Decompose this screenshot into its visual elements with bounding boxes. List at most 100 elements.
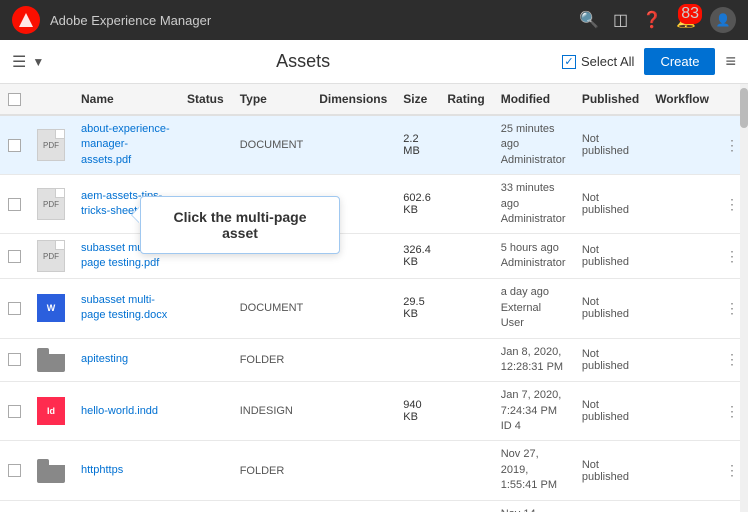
pdf-thumbnail-icon: PDF bbox=[37, 188, 65, 220]
row-actions-icon[interactable]: ⋮ bbox=[725, 196, 740, 212]
modified-text: Jan 8, 2020,12:28:31 PM bbox=[501, 345, 566, 376]
row-checkbox[interactable] bbox=[8, 464, 21, 477]
published-status: Notpublished bbox=[582, 296, 629, 320]
row-status-cell bbox=[179, 382, 232, 441]
row-checkbox[interactable] bbox=[8, 250, 21, 263]
header-checkbox[interactable] bbox=[8, 93, 21, 106]
notifications-icon[interactable]: 🔔 83 bbox=[676, 10, 696, 30]
row-workflow-cell bbox=[647, 115, 717, 175]
grid-icon[interactable]: ◫ bbox=[613, 10, 628, 30]
scrollbar[interactable] bbox=[740, 84, 748, 512]
row-checkbox-cell bbox=[0, 500, 29, 512]
modified-column-header[interactable]: Modified bbox=[493, 84, 574, 115]
published-status: Notpublished bbox=[582, 192, 629, 216]
file-name[interactable]: about-experience-manager-assets.pdf bbox=[81, 123, 170, 166]
file-name[interactable]: subasset multi-page testing.docx bbox=[81, 294, 167, 321]
create-button[interactable]: Create bbox=[644, 48, 715, 75]
row-published-cell: Notpublished bbox=[574, 115, 647, 175]
row-modified-cell: Jan 7, 2020,7:24:34 PMID 4 bbox=[493, 382, 574, 441]
app-title: Adobe Experience Manager bbox=[50, 13, 569, 28]
table-row[interactable]: Id hello-world.indd INDESIGN 940 KB Jan … bbox=[0, 382, 748, 441]
row-dimensions-cell bbox=[311, 500, 395, 512]
table-row[interactable]: httphttps FOLDER Nov 27, 2019,1:55:41 PM… bbox=[0, 441, 748, 500]
row-type-cell: DOCUMENT bbox=[232, 115, 312, 175]
row-type-cell: INDESIGN bbox=[232, 382, 312, 441]
row-published-cell: Notpublished bbox=[574, 234, 647, 279]
row-checkbox[interactable] bbox=[8, 353, 21, 366]
search-icon[interactable]: 🔍 bbox=[579, 10, 599, 30]
select-all-area[interactable]: ✓ Select All bbox=[562, 54, 634, 69]
published-status: Notpublished bbox=[582, 459, 629, 483]
row-status-cell bbox=[179, 338, 232, 382]
pdf-thumbnail-icon: PDF bbox=[37, 240, 65, 272]
help-icon[interactable]: ❓ bbox=[642, 10, 662, 30]
published-column-header[interactable]: Published bbox=[574, 84, 647, 115]
row-checkbox[interactable] bbox=[8, 198, 21, 211]
row-actions-icon[interactable]: ⋮ bbox=[725, 462, 740, 478]
row-size-cell bbox=[395, 441, 439, 500]
row-rating-cell bbox=[439, 279, 492, 338]
row-modified-cell: Nov 14, 2019,11:25:19 PMAdministrator bbox=[493, 500, 574, 512]
row-dimensions-cell bbox=[311, 338, 395, 382]
select-all-checkbox[interactable]: ✓ bbox=[562, 55, 576, 69]
row-actions-icon[interactable]: ⋮ bbox=[725, 300, 740, 316]
chevron-down-icon[interactable]: ▼ bbox=[32, 55, 44, 69]
published-status: Notpublished bbox=[582, 133, 629, 157]
row-modified-cell: Nov 27, 2019,1:55:41 PM bbox=[493, 441, 574, 500]
row-actions-icon[interactable]: ⋮ bbox=[725, 248, 740, 264]
name-column-header[interactable]: Name bbox=[73, 84, 179, 115]
row-dimensions-cell bbox=[311, 441, 395, 500]
row-dimensions-cell bbox=[311, 279, 395, 338]
table-row[interactable]: W subasset multi-page testing.docx DOCUM… bbox=[0, 279, 748, 338]
row-dimensions-cell bbox=[311, 115, 395, 175]
status-column-header[interactable]: Status bbox=[179, 84, 232, 115]
row-type-cell: FOLDER bbox=[232, 338, 312, 382]
row-actions-icon[interactable]: ⋮ bbox=[725, 137, 740, 153]
indesign-thumbnail-icon: Id bbox=[37, 397, 65, 425]
file-name[interactable]: apitesting bbox=[81, 353, 128, 365]
size-column-header[interactable]: Size bbox=[395, 84, 439, 115]
file-name[interactable]: hello-world.indd bbox=[81, 405, 158, 417]
row-checkbox[interactable] bbox=[8, 302, 21, 315]
row-status-cell bbox=[179, 441, 232, 500]
row-size-cell bbox=[395, 338, 439, 382]
row-actions-icon[interactable]: ⋮ bbox=[725, 403, 740, 419]
avatar[interactable]: 👤 bbox=[710, 7, 736, 33]
row-actions-icon[interactable]: ⋮ bbox=[725, 351, 740, 367]
rating-column-header[interactable]: Rating bbox=[439, 84, 492, 115]
secondary-navigation: ☰ ▼ Assets ✓ Select All Create ≡ bbox=[0, 40, 748, 84]
table-row[interactable]: apitesting FOLDER Jan 8, 2020,12:28:31 P… bbox=[0, 338, 748, 382]
row-workflow-cell bbox=[647, 234, 717, 279]
modified-text: 33 minutes agoAdministrator bbox=[501, 181, 566, 227]
row-checkbox[interactable] bbox=[8, 405, 21, 418]
row-thumbnail: PDF bbox=[29, 115, 73, 175]
row-checkbox-cell bbox=[0, 382, 29, 441]
row-name-cell: 0_ID19.indd bbox=[73, 500, 179, 512]
folder-thumbnail-icon bbox=[37, 348, 65, 372]
row-modified-cell: 33 minutes agoAdministrator bbox=[493, 175, 574, 234]
row-name-cell: hello-world.indd bbox=[73, 382, 179, 441]
row-modified-cell: 25 minutes agoAdministrator bbox=[493, 115, 574, 175]
file-name[interactable]: httphttps bbox=[81, 464, 123, 476]
row-status-cell bbox=[179, 115, 232, 175]
row-checkbox[interactable] bbox=[8, 139, 21, 152]
row-checkbox-cell bbox=[0, 175, 29, 234]
dimensions-column-header[interactable]: Dimensions bbox=[311, 84, 395, 115]
type-column-header[interactable]: Type bbox=[232, 84, 312, 115]
row-size-cell: 2.2 MB bbox=[395, 115, 439, 175]
row-workflow-cell bbox=[647, 441, 717, 500]
row-workflow-cell bbox=[647, 500, 717, 512]
modified-text: Nov 14, 2019,11:25:19 PMAdministrator bbox=[501, 507, 566, 512]
select-all-label: Select All bbox=[581, 54, 634, 69]
row-name-cell: subasset multi-page testing.docx bbox=[73, 279, 179, 338]
table-row[interactable]: PDF aem-assets-tips-tricks-sheet.pdf 602… bbox=[0, 175, 748, 234]
table-row[interactable]: PDF about-experience-manager-assets.pdf … bbox=[0, 115, 748, 175]
view-toggle-icon[interactable]: ≡ bbox=[725, 51, 736, 72]
check-icon: ✓ bbox=[564, 55, 573, 68]
table-row[interactable]: Id 0_ID19.indd INDESIGN 868 KB Nov 14, 2… bbox=[0, 500, 748, 512]
sidebar-toggle-icon[interactable]: ☰ bbox=[12, 52, 26, 72]
scroll-thumb[interactable] bbox=[740, 88, 748, 128]
workflow-column-header[interactable]: Workflow bbox=[647, 84, 717, 115]
published-status: Notpublished bbox=[582, 348, 629, 372]
table-row[interactable]: PDF subasset multi-page testing.pdf 326.… bbox=[0, 234, 748, 279]
